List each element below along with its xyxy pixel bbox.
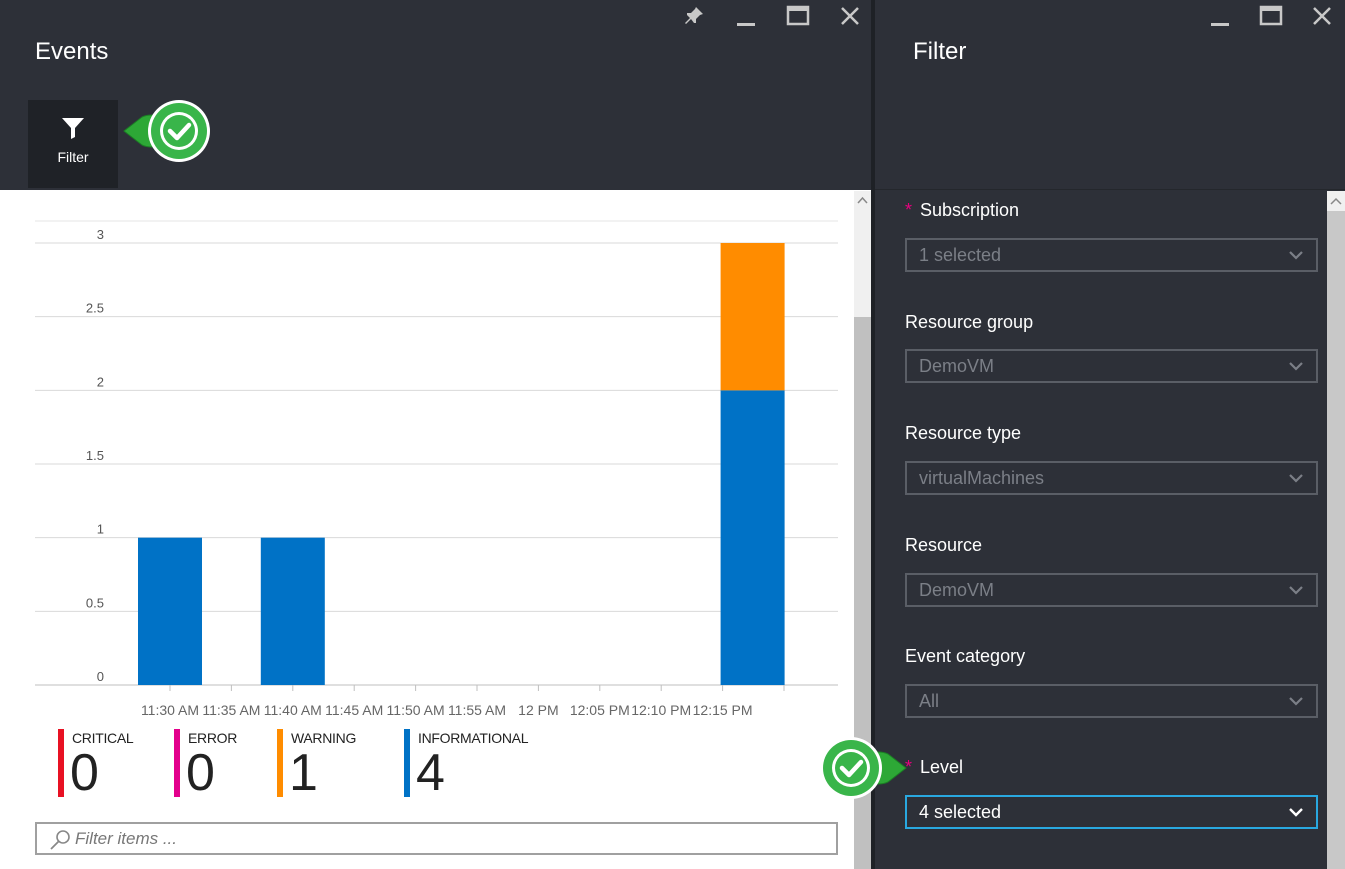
- funnel-icon: [62, 118, 84, 139]
- event-category-value: All: [919, 691, 940, 711]
- y-tick-label: 2: [97, 374, 104, 389]
- filter-button[interactable]: Filter: [28, 100, 118, 188]
- bar-0-2: [720, 390, 785, 685]
- x-tick-label: 11:40 AM: [264, 702, 322, 718]
- resource-group-value: DemoVM: [919, 356, 995, 376]
- bar-1-2: [720, 243, 785, 391]
- legend-critical-count: 0: [70, 744, 99, 802]
- legend-error-swatch: [174, 729, 180, 797]
- filter-title: Filter: [913, 38, 967, 65]
- events-chart: 00.511.522.5311:30 AM 11:35 AM 11:40 AM 11:…: [35, 220, 838, 718]
- legend-error-count: 0: [186, 744, 215, 802]
- chevron-down-icon: [1289, 697, 1303, 706]
- legend-informational-swatch: [404, 729, 410, 797]
- filter-items-search-box[interactable]: [35, 822, 838, 855]
- filter-scroll-up[interactable]: [1327, 191, 1345, 211]
- search-icon: [50, 830, 70, 850]
- legend-informational-count: 4: [416, 744, 445, 802]
- x-tick-label: 11:35 AM: [202, 702, 260, 718]
- events-title: Events: [35, 38, 109, 65]
- events-body: 0 0.5 1 1.5 2 2.5 3 11:30 AM 11:35 AM 11:40 AM 11:…: [0, 191, 871, 869]
- x-tick-label: 12:15 PM: [693, 702, 753, 718]
- close-icon[interactable]: [838, 4, 862, 28]
- x-tick-label: 11:30 AM: [141, 702, 199, 718]
- x-tick-label: 12:10 PM: [631, 702, 691, 718]
- event-category-dropdown[interactable]: All: [905, 684, 1318, 718]
- resource-type-label: Resource type: [905, 423, 1022, 443]
- resource-type-value: virtualMachines: [919, 468, 1045, 488]
- y-tick-label: 0: [97, 669, 104, 684]
- chevron-down-icon: [1289, 251, 1303, 260]
- subscription-dropdown[interactable]: 1 selected: [905, 238, 1318, 272]
- x-tick-label: 11:50 AM: [387, 702, 445, 718]
- checkmark-callout-icon: [123, 100, 210, 162]
- y-tick-label: 1: [97, 522, 104, 537]
- filter-body: * Subscription 1 selected Resource group …: [875, 191, 1345, 869]
- required-marker: *: [905, 200, 913, 220]
- chevron-down-icon: [1289, 362, 1303, 371]
- minimize-icon[interactable]: [1208, 4, 1232, 28]
- events-header: Events Filter: [0, 0, 871, 190]
- filter-blade: Filter * Subscription 1 selected Resourc…: [875, 0, 1345, 869]
- portal-root: Events Filter 0 0.5 1 1.5 2 2.5 3 11:30 …: [0, 0, 1345, 869]
- chevron-down-icon: [1289, 474, 1303, 483]
- resource-label: Resource: [905, 535, 983, 555]
- legend-warning-swatch: [277, 729, 283, 797]
- level-label: * Level: [905, 757, 964, 777]
- y-tick-label: 0.5: [86, 595, 104, 610]
- chevron-down-icon: [1289, 586, 1303, 595]
- y-tick-label: 3: [97, 227, 104, 242]
- filter-items-input[interactable]: [75, 828, 815, 850]
- legend-warning-count: 1: [289, 744, 318, 802]
- y-tick-label: 2.5: [86, 301, 104, 316]
- events-blade: Events Filter 0 0.5 1 1.5 2 2.5 3 11:30 …: [0, 0, 871, 869]
- resource-group-label: Resource group: [905, 312, 1034, 332]
- level-dropdown[interactable]: 4 selected: [905, 795, 1318, 829]
- filter-button-label: Filter: [57, 149, 89, 165]
- x-tick-label: 11:55 AM: [448, 702, 506, 718]
- event-category-label: Event category: [905, 646, 1026, 666]
- bar-0-1: [260, 537, 325, 685]
- x-tick-label: 12:05 PM: [570, 702, 630, 718]
- filter-scrollbar-track[interactable]: [1327, 191, 1345, 869]
- close-icon[interactable]: [1310, 4, 1334, 28]
- level-value: 4 selected: [919, 802, 1002, 822]
- x-tick-label: 11:45 AM: [325, 702, 383, 718]
- subscription-label: * Subscription: [905, 200, 1020, 220]
- scroll-up-arrow-icon[interactable]: [856, 195, 869, 205]
- chevron-down-icon: [1289, 808, 1303, 817]
- resource-group-dropdown[interactable]: DemoVM: [905, 349, 1318, 383]
- x-tick-label: 12 PM: [518, 702, 558, 718]
- legend-critical-swatch: [58, 729, 64, 797]
- maximize-icon[interactable]: [1259, 4, 1283, 28]
- resource-type-dropdown[interactable]: virtualMachines: [905, 461, 1318, 495]
- maximize-icon[interactable]: [786, 4, 810, 28]
- resource-value: DemoVM: [919, 580, 995, 600]
- checkmark-callout-icon: [820, 737, 907, 799]
- subscription-value: 1 selected: [919, 245, 1002, 265]
- resource-dropdown[interactable]: DemoVM: [905, 573, 1318, 607]
- filter-header: Filter: [875, 0, 1345, 190]
- pin-icon[interactable]: [682, 4, 706, 28]
- minimize-icon[interactable]: [734, 4, 758, 28]
- scroll-up-arrow-icon: [1330, 197, 1342, 205]
- y-tick-label: 1.5: [86, 448, 104, 463]
- bar-0-0: [138, 537, 202, 685]
